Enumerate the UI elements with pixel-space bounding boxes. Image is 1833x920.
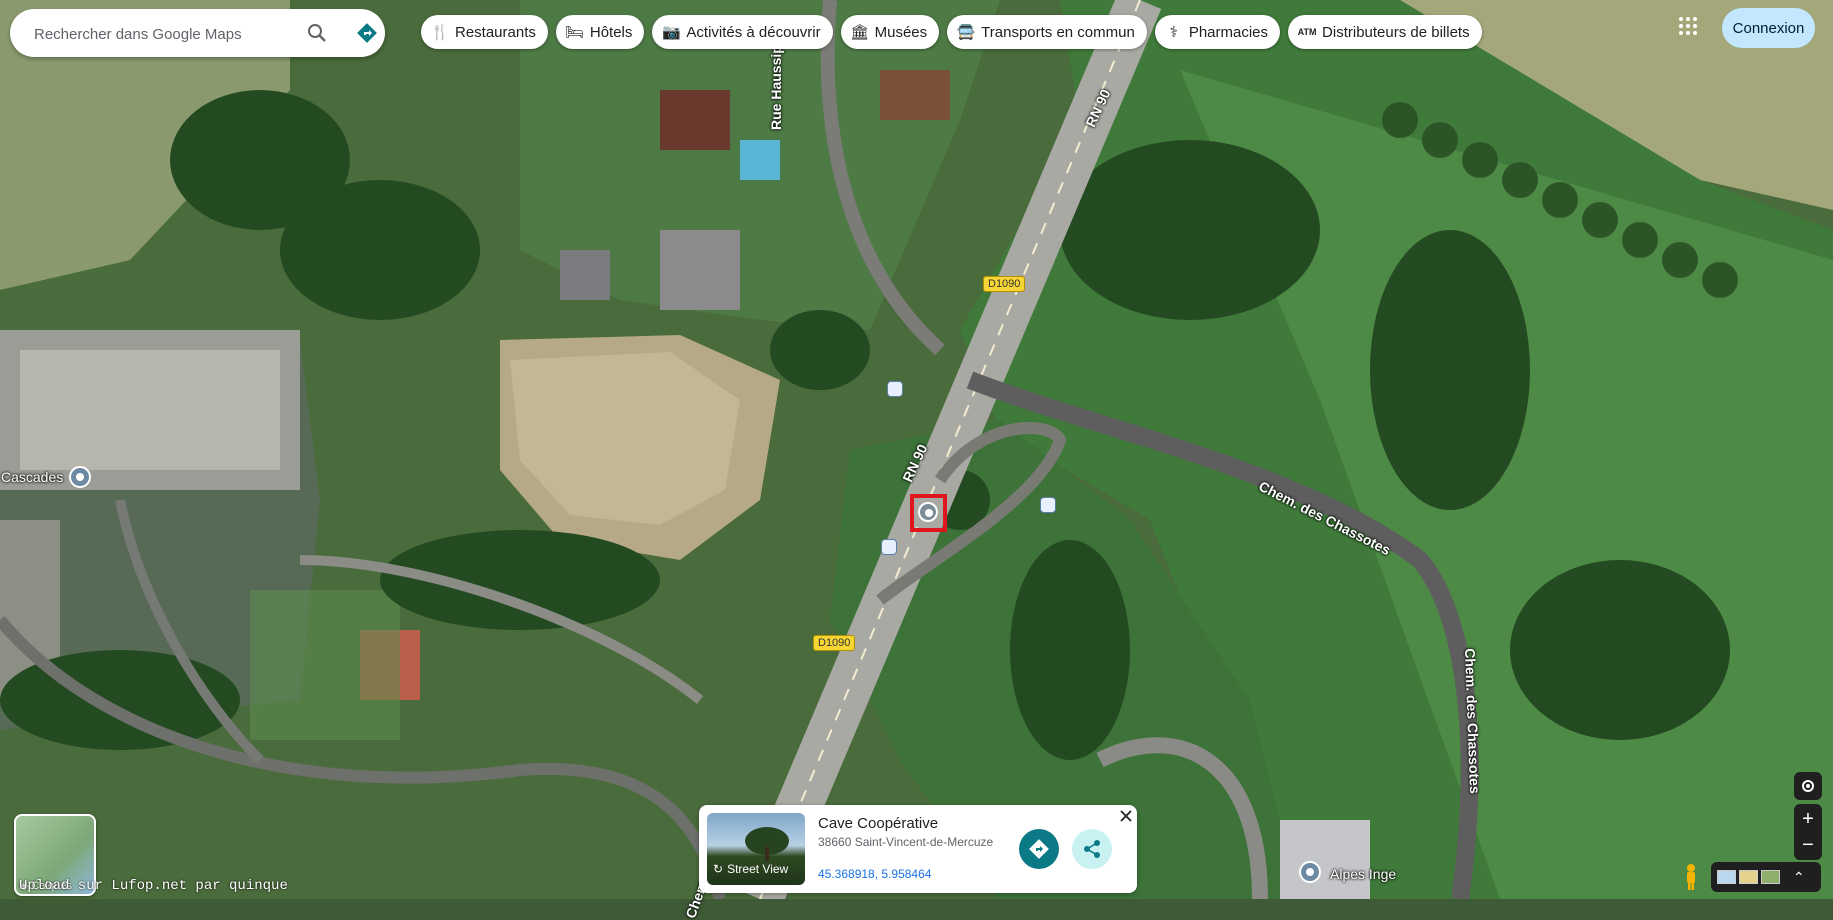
camera-icon: 📷 — [662, 24, 681, 41]
search-input[interactable] — [32, 9, 296, 59]
map-type-strip[interactable]: ⌃ — [1711, 862, 1821, 892]
search-box — [10, 9, 385, 59]
expand-icon[interactable]: ⌃ — [1793, 869, 1805, 886]
share-button[interactable] — [1072, 829, 1112, 869]
search-icon[interactable] — [305, 21, 329, 45]
place-card: ↻ Street View Cave Coopérative 38660 Sain… — [699, 805, 1137, 893]
bus-stop-icon[interactable] — [881, 539, 897, 555]
museum-icon: 🏛 — [850, 24, 870, 41]
bus-stop-icon[interactable] — [887, 381, 903, 397]
poi-pin-icon[interactable] — [1299, 861, 1321, 883]
poi-pin-icon[interactable] — [69, 466, 91, 488]
transit-icon: 🚍 — [956, 24, 976, 41]
place-coordinates[interactable]: 45.368918, 5.958464 — [818, 867, 931, 881]
map-type-thumb[interactable] — [1761, 870, 1780, 884]
crosshair-icon — [1802, 780, 1814, 792]
place-address: 38660 Saint-Vincent-de-Mercuze — [818, 835, 994, 849]
category-atms[interactable]: ATM Distributeurs de billets — [1288, 15, 1482, 49]
selected-place-pin-icon[interactable] — [918, 502, 938, 522]
map-type-thumb[interactable] — [1717, 870, 1736, 884]
fork-knife-icon: 🍴 — [430, 24, 450, 41]
zoom-out-button[interactable]: − — [1802, 832, 1814, 858]
map-type-thumb[interactable] — [1739, 870, 1758, 884]
atm-icon: ATM — [1297, 27, 1317, 37]
bus-stop-icon[interactable] — [1040, 497, 1056, 513]
category-museums[interactable]: 🏛 Musées — [840, 15, 940, 49]
directions-button[interactable] — [1019, 829, 1059, 869]
street-view-icon: ↻ — [713, 862, 724, 876]
directions-icon[interactable] — [355, 21, 379, 45]
apps-grid-icon[interactable] — [1676, 14, 1700, 38]
pharmacy-icon: ⚕ — [1169, 24, 1178, 41]
share-icon — [1084, 840, 1100, 858]
category-bar: 🍴 Restaurants 🛏 Hôtels 📷 Activités à découv… — [421, 15, 1482, 49]
directions-icon — [1029, 839, 1049, 859]
category-restaurants[interactable]: 🍴 Restaurants — [421, 15, 548, 49]
login-button[interactable]: Connexion — [1722, 8, 1815, 48]
poi-label-alpes-inge[interactable]: Alpes Inge — [1330, 866, 1396, 882]
watermark-text: Upload sur Lufop.net par quinque — [19, 878, 288, 894]
poi-label-cascades[interactable]: Cascades — [1, 469, 63, 485]
zoom-controls: + − — [1794, 804, 1822, 860]
category-activities[interactable]: 📷 Activités à découvrir — [652, 15, 833, 49]
street-view-label[interactable]: ↻ Street View — [713, 862, 788, 876]
pegman-icon[interactable] — [1680, 862, 1702, 892]
category-hotels[interactable]: 🛏 Hôtels — [555, 15, 645, 49]
category-pharmacies[interactable]: ⚕ Pharmacies — [1154, 15, 1281, 49]
close-icon[interactable] — [1117, 807, 1135, 825]
category-transit[interactable]: 🚍 Transports en commun — [947, 15, 1147, 49]
bed-icon: 🛏 — [565, 24, 585, 41]
my-location-button[interactable] — [1794, 772, 1822, 800]
road-shield-d1090-top: D1090 — [983, 276, 1026, 292]
zoom-in-button[interactable]: + — [1802, 806, 1814, 832]
place-title: Cave Coopérative — [818, 815, 939, 832]
road-shield-d1090-bottom: D1090 — [813, 635, 856, 651]
